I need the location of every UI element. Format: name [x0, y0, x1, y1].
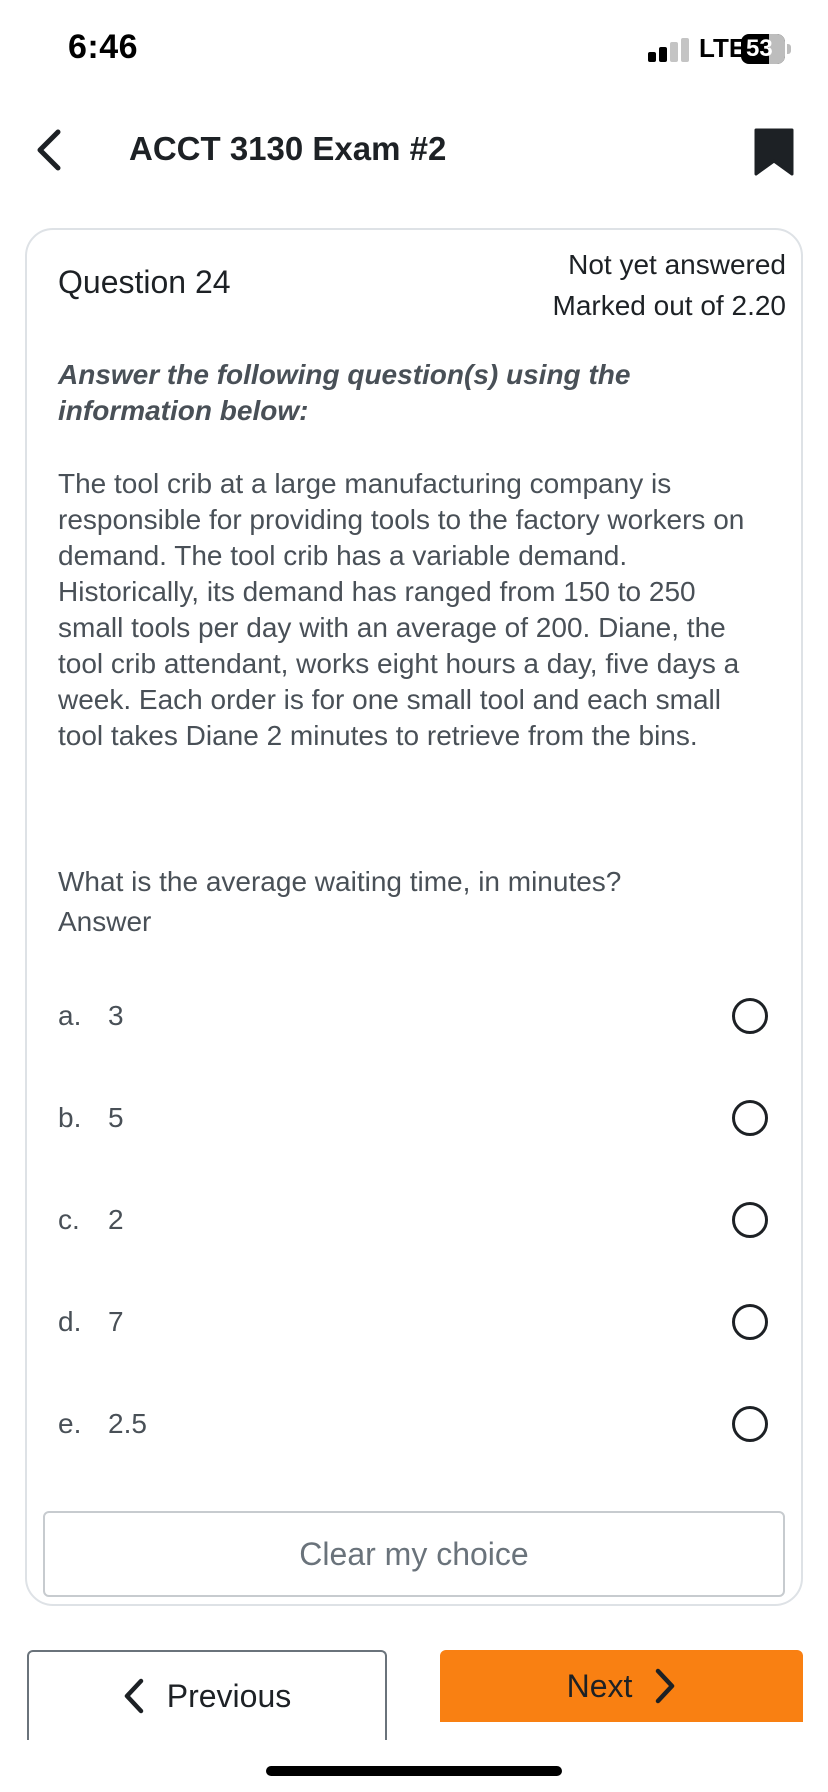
answer-option-a[interactable]: a. 3: [58, 988, 778, 1048]
option-letter: e.: [58, 1408, 82, 1439]
radio-button[interactable]: [732, 1406, 768, 1442]
question-passage: The tool crib at a large manufacturing c…: [58, 468, 745, 751]
chevron-left-icon[interactable]: [32, 128, 66, 172]
answer-label: Answer: [58, 906, 152, 937]
question-prompt: What is the average waiting time, in min…: [58, 866, 622, 897]
option-letter: d.: [58, 1306, 82, 1337]
clear-choice-button[interactable]: Clear my choice: [43, 1511, 785, 1597]
answer-option-b[interactable]: b. 5: [58, 1090, 778, 1150]
previous-label: Previous: [166, 1677, 292, 1714]
option-letter: c.: [58, 1204, 80, 1235]
question-intro: Answer the following question(s) using t…: [58, 359, 631, 426]
answer-option-e[interactable]: e. 2.5: [58, 1396, 778, 1456]
radio-button[interactable]: [732, 998, 768, 1034]
chevron-right-icon: [656, 1668, 675, 1704]
next-button[interactable]: Next: [440, 1650, 803, 1722]
previous-button[interactable]: Previous: [27, 1650, 387, 1740]
radio-button[interactable]: [732, 1100, 768, 1136]
answer-status: Not yet answered: [568, 249, 786, 280]
radio-button[interactable]: [732, 1304, 768, 1340]
option-value: 2.5: [108, 1408, 147, 1439]
option-letter: a.: [58, 1000, 82, 1031]
next-label: Next: [566, 1667, 633, 1704]
answer-option-d[interactable]: d. 7: [58, 1294, 778, 1354]
status-time: 6:46: [68, 28, 139, 66]
page-title: ACCT 3130 Exam #2: [129, 130, 447, 167]
network-type-label: LTE: [699, 33, 747, 63]
option-value: 2: [108, 1204, 124, 1235]
question-number: Question 24: [58, 264, 231, 300]
battery-level: 53: [746, 35, 773, 62]
option-value: 3: [108, 1000, 124, 1031]
option-value: 5: [108, 1102, 124, 1133]
battery-icon: 53: [741, 34, 785, 64]
bookmark-icon[interactable]: [754, 128, 794, 176]
radio-button[interactable]: [732, 1202, 768, 1238]
chevron-left-icon: [124, 1678, 143, 1714]
answer-option-c[interactable]: c. 2: [58, 1192, 778, 1252]
signal-strength-icon: [648, 38, 689, 62]
home-indicator[interactable]: [266, 1766, 562, 1776]
question-marks: Marked out of 2.20: [552, 290, 786, 321]
question-status-block: Not yet answered Marked out of 2.20: [553, 244, 786, 326]
option-value: 7: [108, 1306, 124, 1337]
option-letter: b.: [58, 1102, 82, 1133]
battery-tip: [787, 44, 791, 54]
